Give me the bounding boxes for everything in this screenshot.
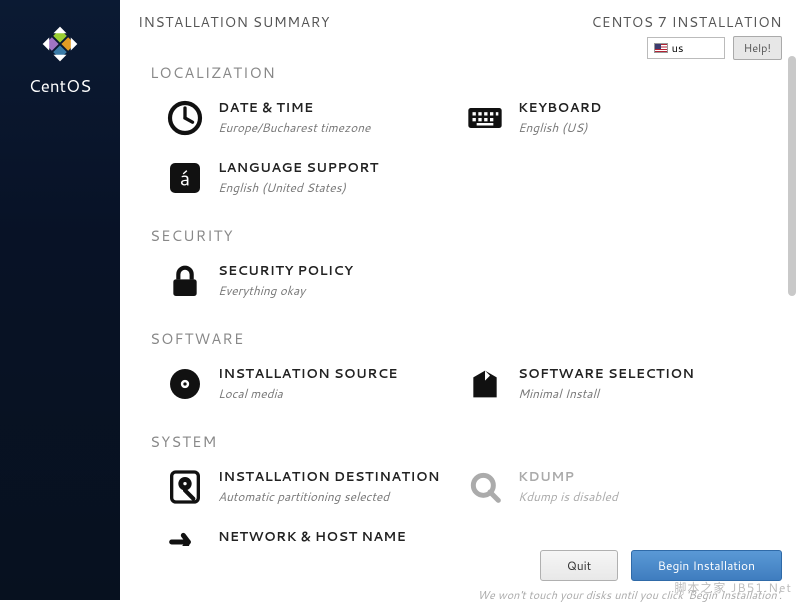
spoke-datetime-sub: Europe/Bucharest timezone bbox=[218, 119, 370, 136]
spoke-security-sub: Everything okay bbox=[218, 282, 353, 299]
centos-logo-icon bbox=[36, 20, 84, 68]
spoke-keyboard-sub: English (US) bbox=[518, 119, 602, 136]
language-icon: á bbox=[164, 157, 206, 199]
spoke-kdump-sub: Kdump is disabled bbox=[518, 488, 618, 505]
spoke-keyboard[interactable]: KEYBOARD English (US) bbox=[450, 91, 750, 151]
kdump-icon bbox=[464, 466, 506, 508]
brand-label: CentOS bbox=[29, 74, 92, 98]
scrollbar[interactable] bbox=[788, 56, 796, 544]
spoke-destination[interactable]: INSTALLATION DESTINATION Automatic parti… bbox=[150, 460, 450, 520]
watermark: 脚本之家 JB51.Net bbox=[674, 579, 792, 596]
svg-text:á: á bbox=[180, 165, 190, 193]
section-localization: LOCALIZATION bbox=[150, 62, 782, 83]
section-system: SYSTEM bbox=[150, 431, 782, 452]
begin-install-button[interactable]: Begin Installation bbox=[631, 550, 782, 581]
harddisk-icon bbox=[164, 466, 206, 508]
spoke-language-title: LANGUAGE SUPPORT bbox=[218, 159, 379, 177]
spoke-destination-sub: Automatic partitioning selected bbox=[218, 488, 440, 505]
network-icon bbox=[164, 526, 206, 546]
clock-icon bbox=[164, 97, 206, 139]
keyboard-icon bbox=[464, 97, 506, 139]
spoke-selection-sub: Minimal Install bbox=[518, 385, 694, 402]
spoke-network-title: NETWORK & HOST NAME bbox=[218, 528, 406, 546]
lock-icon bbox=[164, 260, 206, 302]
spoke-datetime-title: DATE & TIME bbox=[218, 99, 370, 117]
spoke-kdump[interactable]: KDUMP Kdump is disabled bbox=[450, 460, 750, 520]
quit-button[interactable]: Quit bbox=[540, 550, 619, 581]
spoke-install-source[interactable]: INSTALLATION SOURCE Local media bbox=[150, 357, 450, 417]
spoke-software-selection[interactable]: SOFTWARE SELECTION Minimal Install bbox=[450, 357, 750, 417]
spoke-datetime[interactable]: DATE & TIME Europe/Bucharest timezone bbox=[150, 91, 450, 151]
spoke-keyboard-title: KEYBOARD bbox=[518, 99, 602, 117]
sidebar: CentOS bbox=[0, 0, 120, 600]
spoke-language[interactable]: á LANGUAGE SUPPORT English (United State… bbox=[150, 151, 450, 211]
spoke-selection-title: SOFTWARE SELECTION bbox=[518, 365, 694, 383]
spoke-security-title: SECURITY POLICY bbox=[218, 262, 353, 280]
spoke-network[interactable]: NETWORK & HOST NAME Wired (eno16777736) … bbox=[150, 520, 450, 546]
package-icon bbox=[464, 363, 506, 405]
spoke-language-sub: English (United States) bbox=[218, 179, 379, 196]
watermark-en: JB51.Net bbox=[731, 579, 792, 596]
spoke-destination-title: INSTALLATION DESTINATION bbox=[218, 468, 440, 486]
spoke-source-sub: Local media bbox=[218, 385, 398, 402]
spoke-kdump-title: KDUMP bbox=[518, 468, 618, 486]
section-security: SECURITY bbox=[150, 225, 782, 246]
content-scroll: LOCALIZATION DATE & TIME Europe/Buchares… bbox=[120, 48, 800, 546]
product-title: CENTOS 7 INSTALLATION bbox=[591, 12, 782, 32]
watermark-cn: 脚本之家 bbox=[674, 579, 726, 596]
section-software: SOFTWARE bbox=[150, 328, 782, 349]
main-pane: INSTALLATION SUMMARY CENTOS 7 INSTALLATI… bbox=[120, 0, 800, 600]
disc-icon bbox=[164, 363, 206, 405]
page-title: INSTALLATION SUMMARY bbox=[138, 12, 330, 32]
scroll-thumb[interactable] bbox=[788, 56, 796, 296]
spoke-source-title: INSTALLATION SOURCE bbox=[218, 365, 398, 383]
spoke-security-policy[interactable]: SECURITY POLICY Everything okay bbox=[150, 254, 450, 314]
